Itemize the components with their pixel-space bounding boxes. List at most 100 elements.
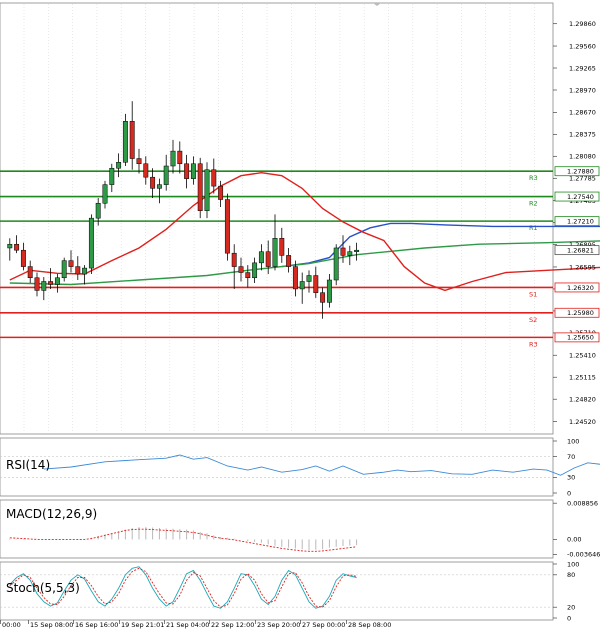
candle-up [54, 277, 60, 285]
time-tick-label: 22 Sep 12:00 [211, 621, 254, 629]
level-price-label: 1.26320 [567, 284, 594, 292]
rsi-title: RSI(14) [6, 458, 50, 472]
candle-up [190, 163, 196, 179]
stoch-tick-label: 0 [567, 614, 571, 622]
level-price-tags: 1.27880 1.27540 1.27210 1.26320 1.25980 1.256… [554, 166, 600, 343]
time-tick-label: 23 Sep 20:00 [257, 621, 300, 629]
candle-down [197, 163, 203, 211]
last-price-label: 1.26821 [567, 246, 594, 254]
candle-up [204, 169, 210, 211]
level-price-label: 1.27540 [567, 193, 594, 201]
candle-down [231, 252, 237, 267]
stoch-title: Stoch(5,5,3) [6, 581, 80, 595]
stoch-pane [0, 561, 554, 621]
candle-up [306, 275, 312, 282]
candle-up [258, 251, 264, 264]
level-price-label: 1.25650 [567, 334, 594, 342]
stoch-tick-label: 80 [567, 571, 575, 579]
time-tick-label: 21 Sep 04:00 [166, 621, 209, 629]
candle-down [238, 266, 244, 273]
candle-down [20, 249, 26, 267]
candle-down [279, 238, 285, 256]
rsi-tick-label: 30 [567, 474, 575, 482]
candle-down [143, 163, 149, 178]
time-axis: 00:00 15 Sep 08:00 16 Sep 16:00 19 Sep 21:0… [0, 620, 391, 629]
candle-down [48, 281, 54, 285]
rsi-tick-label: 100 [567, 437, 579, 445]
stoch-tick-label: 20 [567, 604, 575, 612]
candle-up [116, 162, 122, 169]
rsi-pane [0, 437, 554, 497]
candle-up [41, 281, 47, 291]
candle-up [95, 203, 101, 219]
rsi-tick-label: 70 [567, 453, 575, 461]
candle-down [245, 272, 251, 279]
candle-down [136, 158, 142, 165]
candle-down [184, 163, 190, 179]
candle-down [292, 266, 298, 290]
price-tick-label: 1.25115 [569, 374, 596, 382]
candle-down [27, 266, 33, 279]
candle-down [265, 251, 271, 267]
level-price-label: 1.27210 [567, 217, 594, 225]
candle-down [177, 150, 183, 165]
candle-up [122, 121, 128, 163]
candle-up [102, 184, 108, 204]
chart-svg: R3 R2 R1 S1 S2 R3 1.29860 1.29560 1.29265 1.2897… [0, 2, 600, 629]
candle-down [218, 185, 224, 200]
candle-down [340, 247, 346, 256]
level-label-s3: R3 [529, 340, 538, 348]
candle-down [68, 260, 74, 267]
price-tick-label: 1.24520 [569, 418, 596, 426]
macd-tick-label: 0.00 [567, 536, 581, 544]
price-tick-label: 1.28970 [569, 86, 596, 94]
candle-down [129, 121, 135, 159]
macd-title: MACD(12,26,9) [6, 507, 97, 521]
candle-down [75, 266, 81, 275]
price-pane [0, 2, 554, 435]
time-tick-label: 00:00 [2, 621, 21, 629]
time-tick-label: 16 Sep 16:00 [75, 621, 118, 629]
candle-down [150, 176, 156, 189]
candle-up [7, 243, 13, 249]
candle-down [320, 292, 326, 303]
candle-up [170, 150, 176, 167]
level-label-r2: R2 [529, 200, 538, 208]
candle-down [211, 169, 217, 187]
price-tick-label: 1.24820 [569, 396, 596, 404]
candle-up [333, 247, 339, 281]
level-price-label: 1.25980 [567, 309, 594, 317]
level-label-r3: R3 [529, 174, 538, 182]
candle-up [61, 260, 67, 279]
time-tick-label: 19 Sep 21:01 [121, 621, 164, 629]
stoch-tick-label: 100 [567, 560, 579, 568]
candle-up [252, 262, 258, 279]
candle-down [313, 275, 319, 293]
candle-up [272, 238, 278, 267]
price-tick-label: 1.28080 [569, 153, 596, 161]
rsi-tick-label: 0 [567, 489, 571, 497]
candle-down [34, 277, 40, 291]
candle-down [224, 199, 230, 254]
macd-tick-label: -0.003646 [567, 551, 600, 559]
time-tick-label: 28 Sep 08:00 [348, 621, 391, 629]
candle-up [88, 217, 94, 269]
candle-up [82, 267, 88, 275]
level-label-r1: R1 [529, 224, 538, 232]
candle-up [354, 249, 360, 252]
candle-up [156, 184, 162, 189]
price-tick-label: 1.29265 [569, 64, 596, 72]
price-tick-label: 1.29860 [569, 20, 596, 28]
candle-up [347, 251, 353, 256]
price-tick-label: 1.26595 [569, 263, 596, 271]
level-label-s1: S1 [529, 290, 537, 298]
level-price-label: 1.27880 [567, 168, 594, 176]
time-tick-label: 27 Sep 00:00 [302, 621, 345, 629]
price-tick-label: 1.28670 [569, 109, 596, 117]
level-label-s2: S2 [529, 316, 537, 324]
macd-tick-label: 0.008856 [567, 499, 598, 507]
candle-up [299, 281, 305, 290]
candle-up [109, 167, 115, 185]
candle-down [14, 243, 20, 251]
price-tick-label: 1.25410 [569, 352, 596, 360]
